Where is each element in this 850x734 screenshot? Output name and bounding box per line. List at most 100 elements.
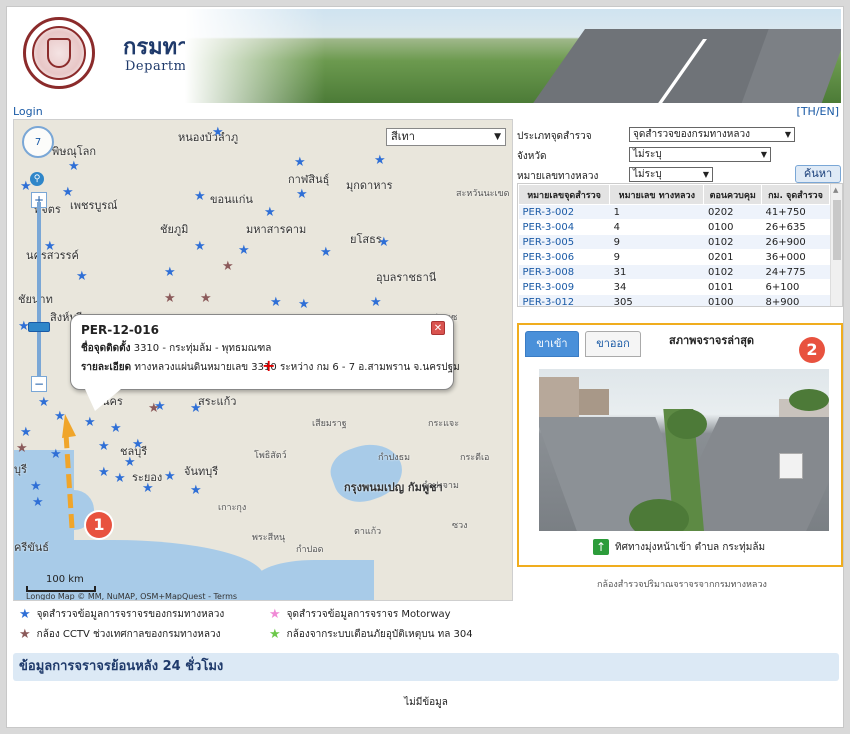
tab-outbound[interactable]: ขาออก <box>585 331 641 357</box>
map-label: ตาแก้ว <box>354 527 382 537</box>
survey-point-icon[interactable]: ★ <box>110 422 122 435</box>
scroll-thumb[interactable] <box>833 200 841 260</box>
cell-station-id[interactable]: PER-3-006 <box>518 249 610 265</box>
survey-point-icon[interactable]: ★ <box>378 236 390 249</box>
map-label: ซวง <box>452 521 468 531</box>
map-label: เกาะกุง <box>218 503 247 513</box>
filter-province-select[interactable]: ไม่ระบุ ▼ <box>629 147 771 162</box>
table-row[interactable]: PER-3-008 31 0102 24+775 <box>518 264 830 280</box>
login-link[interactable]: Login <box>13 105 43 118</box>
cctv-icon[interactable]: ★ <box>164 292 176 305</box>
scroll-up-icon[interactable]: ▲ <box>833 186 838 194</box>
survey-point-icon[interactable]: ★ <box>44 240 56 253</box>
survey-point-icon[interactable]: ★ <box>264 206 276 219</box>
cell-station-id[interactable]: PER-3-008 <box>518 264 610 280</box>
page: กรมทางหลวง Department of Highways Login … <box>6 6 844 728</box>
cctv-icon[interactable]: ★ <box>222 260 234 273</box>
cctv-icon[interactable]: ★ <box>148 402 160 415</box>
survey-point-icon[interactable]: ★ <box>84 416 96 429</box>
survey-point-icon[interactable]: ★ <box>114 472 126 485</box>
popup-detail-value: ทางหลวงแผ่นดินหมายเลข 3310 ระหว่าง กม 6 … <box>134 362 460 373</box>
map-attribution[interactable]: Longdo Map © MM, NuMAP, OSM+MapQuest - T… <box>26 592 237 600</box>
survey-point-icon[interactable]: ★ <box>142 482 154 495</box>
cell-station-id[interactable]: PER-3-004 <box>518 219 610 235</box>
survey-point-icon[interactable]: ★ <box>270 296 282 309</box>
survey-point-icon[interactable]: ★ <box>132 438 144 451</box>
map-label: กาฬสินธุ์ <box>288 173 330 186</box>
map-label: ขอนแก่น <box>210 193 253 206</box>
survey-point-icon[interactable]: ★ <box>164 266 176 279</box>
filter-type-select[interactable]: จุดสำรวจของกรมทางหลวง ▼ <box>629 127 795 142</box>
filter-road-select[interactable]: ไม่ระบุ ▼ <box>629 167 713 182</box>
col-highway-no[interactable]: หมายเลข ทางหลวง <box>609 184 705 205</box>
zoom-slider[interactable] <box>28 322 50 332</box>
cell-station-id[interactable]: PER-3-002 <box>518 204 610 220</box>
map-label: ชัยนาท <box>18 293 53 306</box>
survey-point-icon[interactable]: ★ <box>32 496 44 509</box>
close-icon[interactable]: ✕ <box>431 321 445 335</box>
table-row[interactable]: PER-3-002 1 0202 41+750 <box>518 204 830 220</box>
survey-point-icon[interactable]: ★ <box>164 470 176 483</box>
map-label: โพธิสัตว์ <box>254 451 287 461</box>
traffic-map[interactable]: หนองบัวลำภู พิษณุโลก พิจิตร เพชรบูรณ์ ขอ… <box>13 119 513 601</box>
cell-station-id[interactable]: PER-3-009 <box>518 279 610 295</box>
survey-point-icon[interactable]: ★ <box>370 296 382 309</box>
map-label: บุรี <box>14 463 27 476</box>
cell-station-id[interactable]: PER-3-012 <box>518 294 610 306</box>
table-row[interactable]: PER-3-006 9 0201 36+000 <box>518 249 830 265</box>
zoom-track[interactable] <box>37 202 41 382</box>
language-switch[interactable]: [TH/EN] <box>797 105 839 118</box>
map-style-select[interactable]: สีเทา ▼ <box>386 128 506 146</box>
table-row[interactable]: PER-3-005 9 0102 26+900 <box>518 234 830 250</box>
col-km[interactable]: กม. จุดสำรวจ <box>760 184 831 205</box>
survey-point-icon[interactable]: ★ <box>30 480 42 493</box>
table-header-row: หมายเลขจุดสำรวจ หมายเลข ทางหลวง ตอนควบคุ… <box>518 184 831 205</box>
zoom-level: 7 <box>34 136 42 148</box>
table-row[interactable]: PER-3-004 4 0100 26+635 <box>518 219 830 235</box>
survey-point-icon[interactable]: ★ <box>296 188 308 201</box>
col-control-section[interactable]: ตอนควบคุม <box>703 184 762 205</box>
cell-control-section: 0102 <box>703 234 762 250</box>
survey-point-icon[interactable]: ★ <box>374 154 386 167</box>
table-scrollbar[interactable]: ▲ <box>830 184 842 306</box>
zoom-out-button[interactable]: − <box>31 376 47 392</box>
col-station-id[interactable]: หมายเลขจุดสำรวจ <box>518 184 611 205</box>
cell-control-section: 0201 <box>703 249 762 265</box>
survey-point-icon[interactable]: ★ <box>98 466 110 479</box>
survey-point-icon[interactable]: ★ <box>238 244 250 257</box>
map-label: สระแก้ว <box>198 395 237 408</box>
tab-inbound[interactable]: ขาเข้า <box>525 331 579 357</box>
cell-station-id[interactable]: PER-3-005 <box>518 234 610 250</box>
survey-point-icon[interactable]: ★ <box>50 448 62 461</box>
survey-point-icon[interactable]: ★ <box>20 426 32 439</box>
callout-1: 1 <box>86 512 112 538</box>
arrow-up-icon <box>62 414 76 529</box>
table-row[interactable]: PER-3-009 34 0101 6+100 <box>518 279 830 295</box>
survey-point-icon[interactable]: ★ <box>298 298 310 311</box>
survey-point-icon[interactable]: ★ <box>62 186 74 199</box>
survey-point-icon[interactable]: ★ <box>68 160 80 173</box>
survey-point-icon[interactable]: ★ <box>76 270 88 283</box>
survey-point-icon[interactable]: ★ <box>194 190 206 203</box>
cctv-icon[interactable]: ★ <box>200 292 212 305</box>
streetview-icon[interactable]: ⚲ <box>30 172 44 186</box>
survey-point-icon[interactable]: ★ <box>98 440 110 453</box>
survey-point-icon[interactable]: ★ <box>212 126 224 139</box>
survey-point-icon[interactable]: ★ <box>294 156 306 169</box>
search-button[interactable]: ค้นหา <box>795 165 841 183</box>
cell-km: 26+635 <box>761 219 830 235</box>
cctv-icon[interactable]: ★ <box>16 442 28 455</box>
survey-point-icon[interactable]: ★ <box>38 396 50 409</box>
survey-point-icon[interactable]: ★ <box>190 402 202 415</box>
pink-star-icon: ★ <box>269 607 281 622</box>
direction-arrow-icon: ↑ <box>593 539 609 555</box>
legend-label: จุดสำรวจข้อมูลการจราจรของกรมทางหลวง <box>36 609 225 620</box>
cell-km: 24+775 <box>761 264 830 280</box>
survey-point-icon[interactable]: ★ <box>124 456 136 469</box>
cell-control-section: 0101 <box>703 279 762 295</box>
survey-point-icon[interactable]: ★ <box>320 246 332 259</box>
survey-point-icon[interactable]: ★ <box>194 240 206 253</box>
table-row[interactable]: PER-3-012 305 0100 8+900 <box>518 294 830 306</box>
pan-control[interactable]: 7 <box>22 126 54 158</box>
survey-point-icon[interactable]: ★ <box>190 484 202 497</box>
